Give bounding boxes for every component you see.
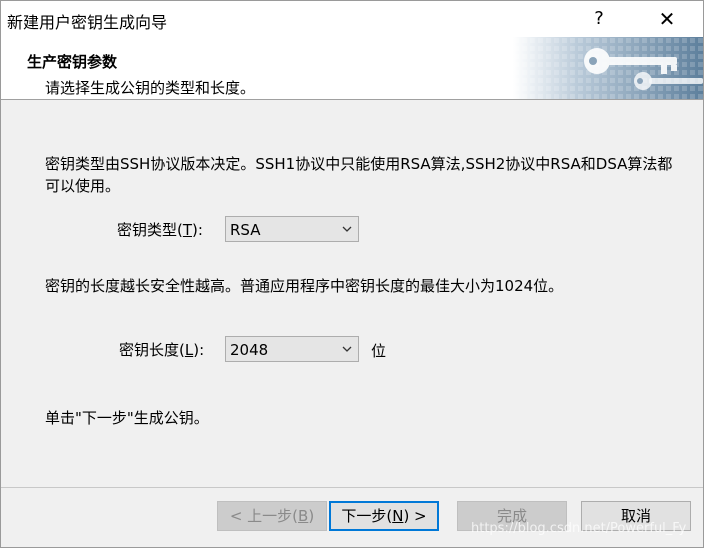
instruction-text: 单击"下一步"生成公钥。 xyxy=(45,409,209,427)
key-type-description: 密钥类型由SSH协议版本决定。SSH1协议中只能使用RSA算法,SSH2协议中R… xyxy=(45,155,673,195)
chevron-down-icon xyxy=(342,226,352,232)
wizard-header: 生产密钥参数 请选择生成公钥的类型和长度。 xyxy=(1,37,703,99)
close-icon: ✕ xyxy=(658,7,676,31)
page-title: 生产密钥参数 xyxy=(27,53,118,71)
page-subtitle: 请选择生成公钥的类型和长度。 xyxy=(45,79,256,97)
footer-divider xyxy=(1,487,703,488)
chevron-down-icon xyxy=(342,346,352,352)
keys-banner-icon xyxy=(513,37,703,99)
key-length-unit: 位 xyxy=(371,342,387,360)
key-type-label: 密钥类型(T): xyxy=(117,221,203,239)
key-type-value: RSA xyxy=(230,221,261,239)
key-length-value: 2048 xyxy=(230,341,269,359)
key-length-select[interactable]: 2048 xyxy=(225,336,359,362)
key-type-select[interactable]: RSA xyxy=(225,216,359,242)
close-button[interactable]: ✕ xyxy=(645,5,689,33)
wizard-window: 新建用户密钥生成向导 ? ✕ 生产密钥参数 请选择生成公钥的类型和长度。 密钥类… xyxy=(0,0,704,548)
title-bar: 新建用户密钥生成向导 ? ✕ xyxy=(1,1,703,37)
next-button[interactable]: 下一步(N) > xyxy=(329,501,439,531)
header-divider xyxy=(1,99,703,100)
key-length-description: 密钥的长度越长安全性越高。普通应用程序中密钥长度的最佳大小为1024位。 xyxy=(45,277,564,295)
key-length-label: 密钥长度(L): xyxy=(119,341,205,359)
watermark: https://blog.csdn.net/Powerful_Fy xyxy=(471,521,687,536)
help-button[interactable]: ? xyxy=(579,5,619,33)
window-title: 新建用户密钥生成向导 xyxy=(7,13,168,32)
back-button[interactable]: < 上一步(B) xyxy=(217,501,327,531)
